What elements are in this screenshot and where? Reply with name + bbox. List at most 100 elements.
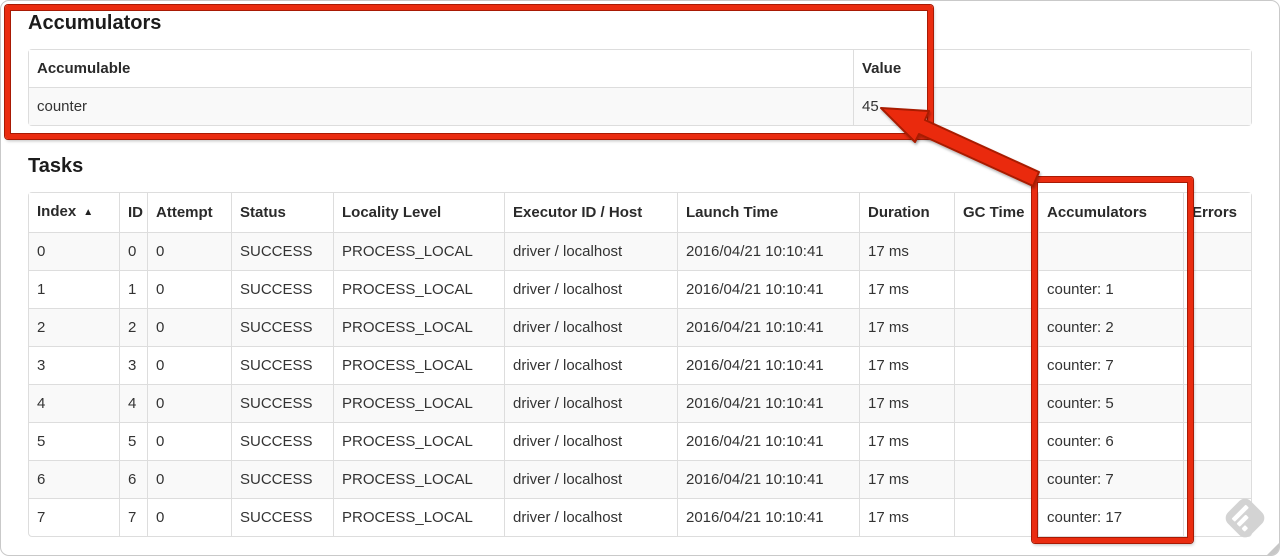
cell-locality: PROCESS_LOCAL bbox=[333, 346, 504, 384]
cell-locality: PROCESS_LOCAL bbox=[333, 460, 504, 498]
cell-id: 0 bbox=[119, 232, 147, 270]
cell-locality: PROCESS_LOCAL bbox=[333, 232, 504, 270]
table-row: 6 6 0 SUCCESS PROCESS_LOCAL driver / localhos… bbox=[29, 460, 1251, 498]
column-header-executor-id-host[interactable]: Executor ID / Host bbox=[504, 193, 677, 232]
cell-index: 4 bbox=[29, 384, 119, 422]
cell-id: 5 bbox=[119, 422, 147, 460]
page-content: Accumulators Accumulable Value counter 45 … bbox=[1, 1, 1279, 537]
cell-attempt: 0 bbox=[147, 422, 231, 460]
cell-accumulators: counter: 5 bbox=[1038, 384, 1183, 422]
cell-executor: driver / localhost bbox=[504, 308, 677, 346]
cell-errors bbox=[1183, 346, 1251, 384]
cell-gc bbox=[954, 460, 1038, 498]
cell-errors bbox=[1183, 422, 1251, 460]
cell-launch: 2016/04/21 10:10:41 bbox=[677, 498, 859, 536]
cell-status: SUCCESS bbox=[231, 270, 333, 308]
column-header-accumulable[interactable]: Accumulable bbox=[29, 50, 853, 87]
table-row: 3 3 0 SUCCESS PROCESS_LOCAL driver / localhos… bbox=[29, 346, 1251, 384]
cell-id: 2 bbox=[119, 308, 147, 346]
cell-attempt: 0 bbox=[147, 270, 231, 308]
cell-attempt: 0 bbox=[147, 460, 231, 498]
cell-status: SUCCESS bbox=[231, 232, 333, 270]
cell-accumulators: counter: 7 bbox=[1038, 460, 1183, 498]
cell-id: 4 bbox=[119, 384, 147, 422]
cell-attempt: 0 bbox=[147, 346, 231, 384]
column-header-id[interactable]: ID bbox=[119, 193, 147, 232]
tasks-table-body: 0 0 0 SUCCESS PROCESS_LOCAL driver / localhos… bbox=[29, 232, 1251, 536]
cell-duration: 17 ms bbox=[859, 384, 954, 422]
cell-duration: 17 ms bbox=[859, 346, 954, 384]
cell-duration: 17 ms bbox=[859, 308, 954, 346]
cell-gc bbox=[954, 232, 1038, 270]
cell-accumulators: counter: 1 bbox=[1038, 270, 1183, 308]
column-header-status[interactable]: Status bbox=[231, 193, 333, 232]
table-row: 5 5 0 SUCCESS PROCESS_LOCAL driver / localhos… bbox=[29, 422, 1251, 460]
screenshot-frame: Accumulators Accumulable Value counter 45 … bbox=[0, 0, 1280, 556]
cell-attempt: 0 bbox=[147, 498, 231, 536]
column-header-accumulators[interactable]: Accumulators bbox=[1038, 193, 1183, 232]
cell-duration: 17 ms bbox=[859, 460, 954, 498]
column-header-launch-time[interactable]: Launch Time bbox=[677, 193, 859, 232]
cell-gc bbox=[954, 270, 1038, 308]
cell-launch: 2016/04/21 10:10:41 bbox=[677, 346, 859, 384]
cell-errors bbox=[1183, 232, 1251, 270]
column-header-index[interactable]: Index ▲ bbox=[29, 193, 119, 232]
column-header-value[interactable]: Value bbox=[853, 50, 1251, 87]
cell-executor: driver / localhost bbox=[504, 498, 677, 536]
cell-executor: driver / localhost bbox=[504, 422, 677, 460]
cell-locality: PROCESS_LOCAL bbox=[333, 308, 504, 346]
cell-gc bbox=[954, 422, 1038, 460]
cell-accumulable: counter bbox=[29, 87, 853, 125]
cell-index: 1 bbox=[29, 270, 119, 308]
cell-gc bbox=[954, 308, 1038, 346]
column-header-locality-level[interactable]: Locality Level bbox=[333, 193, 504, 232]
cell-status: SUCCESS bbox=[231, 498, 333, 536]
cell-launch: 2016/04/21 10:10:41 bbox=[677, 232, 859, 270]
column-header-errors[interactable]: Errors bbox=[1183, 193, 1251, 232]
table-row: 0 0 0 SUCCESS PROCESS_LOCAL driver / localhos… bbox=[29, 232, 1251, 270]
cell-index: 0 bbox=[29, 232, 119, 270]
cell-launch: 2016/04/21 10:10:41 bbox=[677, 308, 859, 346]
accumulators-table: Accumulable Value counter 45 bbox=[28, 49, 1252, 126]
cell-errors bbox=[1183, 308, 1251, 346]
cell-locality: PROCESS_LOCAL bbox=[333, 384, 504, 422]
column-header-attempt[interactable]: Attempt bbox=[147, 193, 231, 232]
cell-status: SUCCESS bbox=[231, 308, 333, 346]
tasks-table: Index ▲ ID Attempt Status Locality Level Execu… bbox=[28, 192, 1252, 537]
column-header-gc-time[interactable]: GC Time bbox=[954, 193, 1038, 232]
cell-errors bbox=[1183, 498, 1251, 536]
cell-id: 7 bbox=[119, 498, 147, 536]
cell-errors bbox=[1183, 460, 1251, 498]
cell-executor: driver / localhost bbox=[504, 384, 677, 422]
cell-index: 6 bbox=[29, 460, 119, 498]
cell-status: SUCCESS bbox=[231, 346, 333, 384]
cell-launch: 2016/04/21 10:10:41 bbox=[677, 460, 859, 498]
cell-gc bbox=[954, 384, 1038, 422]
cell-index: 2 bbox=[29, 308, 119, 346]
cell-attempt: 0 bbox=[147, 308, 231, 346]
cell-gc bbox=[954, 346, 1038, 384]
cell-accumulators: counter: 6 bbox=[1038, 422, 1183, 460]
cell-index: 7 bbox=[29, 498, 119, 536]
cell-duration: 17 ms bbox=[859, 498, 954, 536]
cell-errors bbox=[1183, 270, 1251, 308]
table-row: 4 4 0 SUCCESS PROCESS_LOCAL driver / localhos… bbox=[29, 384, 1251, 422]
cell-executor: driver / localhost bbox=[504, 270, 677, 308]
cell-executor: driver / localhost bbox=[504, 232, 677, 270]
cell-index: 5 bbox=[29, 422, 119, 460]
cell-status: SUCCESS bbox=[231, 384, 333, 422]
cell-executor: driver / localhost bbox=[504, 460, 677, 498]
cell-accumulators: counter: 17 bbox=[1038, 498, 1183, 536]
cell-locality: PROCESS_LOCAL bbox=[333, 498, 504, 536]
cell-duration: 17 ms bbox=[859, 232, 954, 270]
table-row: counter 45 bbox=[29, 87, 1251, 125]
cell-attempt: 0 bbox=[147, 384, 231, 422]
accumulators-table-body: counter 45 bbox=[29, 87, 1251, 125]
cell-accumulators: counter: 7 bbox=[1038, 346, 1183, 384]
cell-gc bbox=[954, 498, 1038, 536]
cell-index: 3 bbox=[29, 346, 119, 384]
cell-status: SUCCESS bbox=[231, 422, 333, 460]
column-header-duration[interactable]: Duration bbox=[859, 193, 954, 232]
tasks-section-title: Tasks bbox=[28, 155, 84, 177]
cell-value: 45 bbox=[853, 87, 1251, 125]
